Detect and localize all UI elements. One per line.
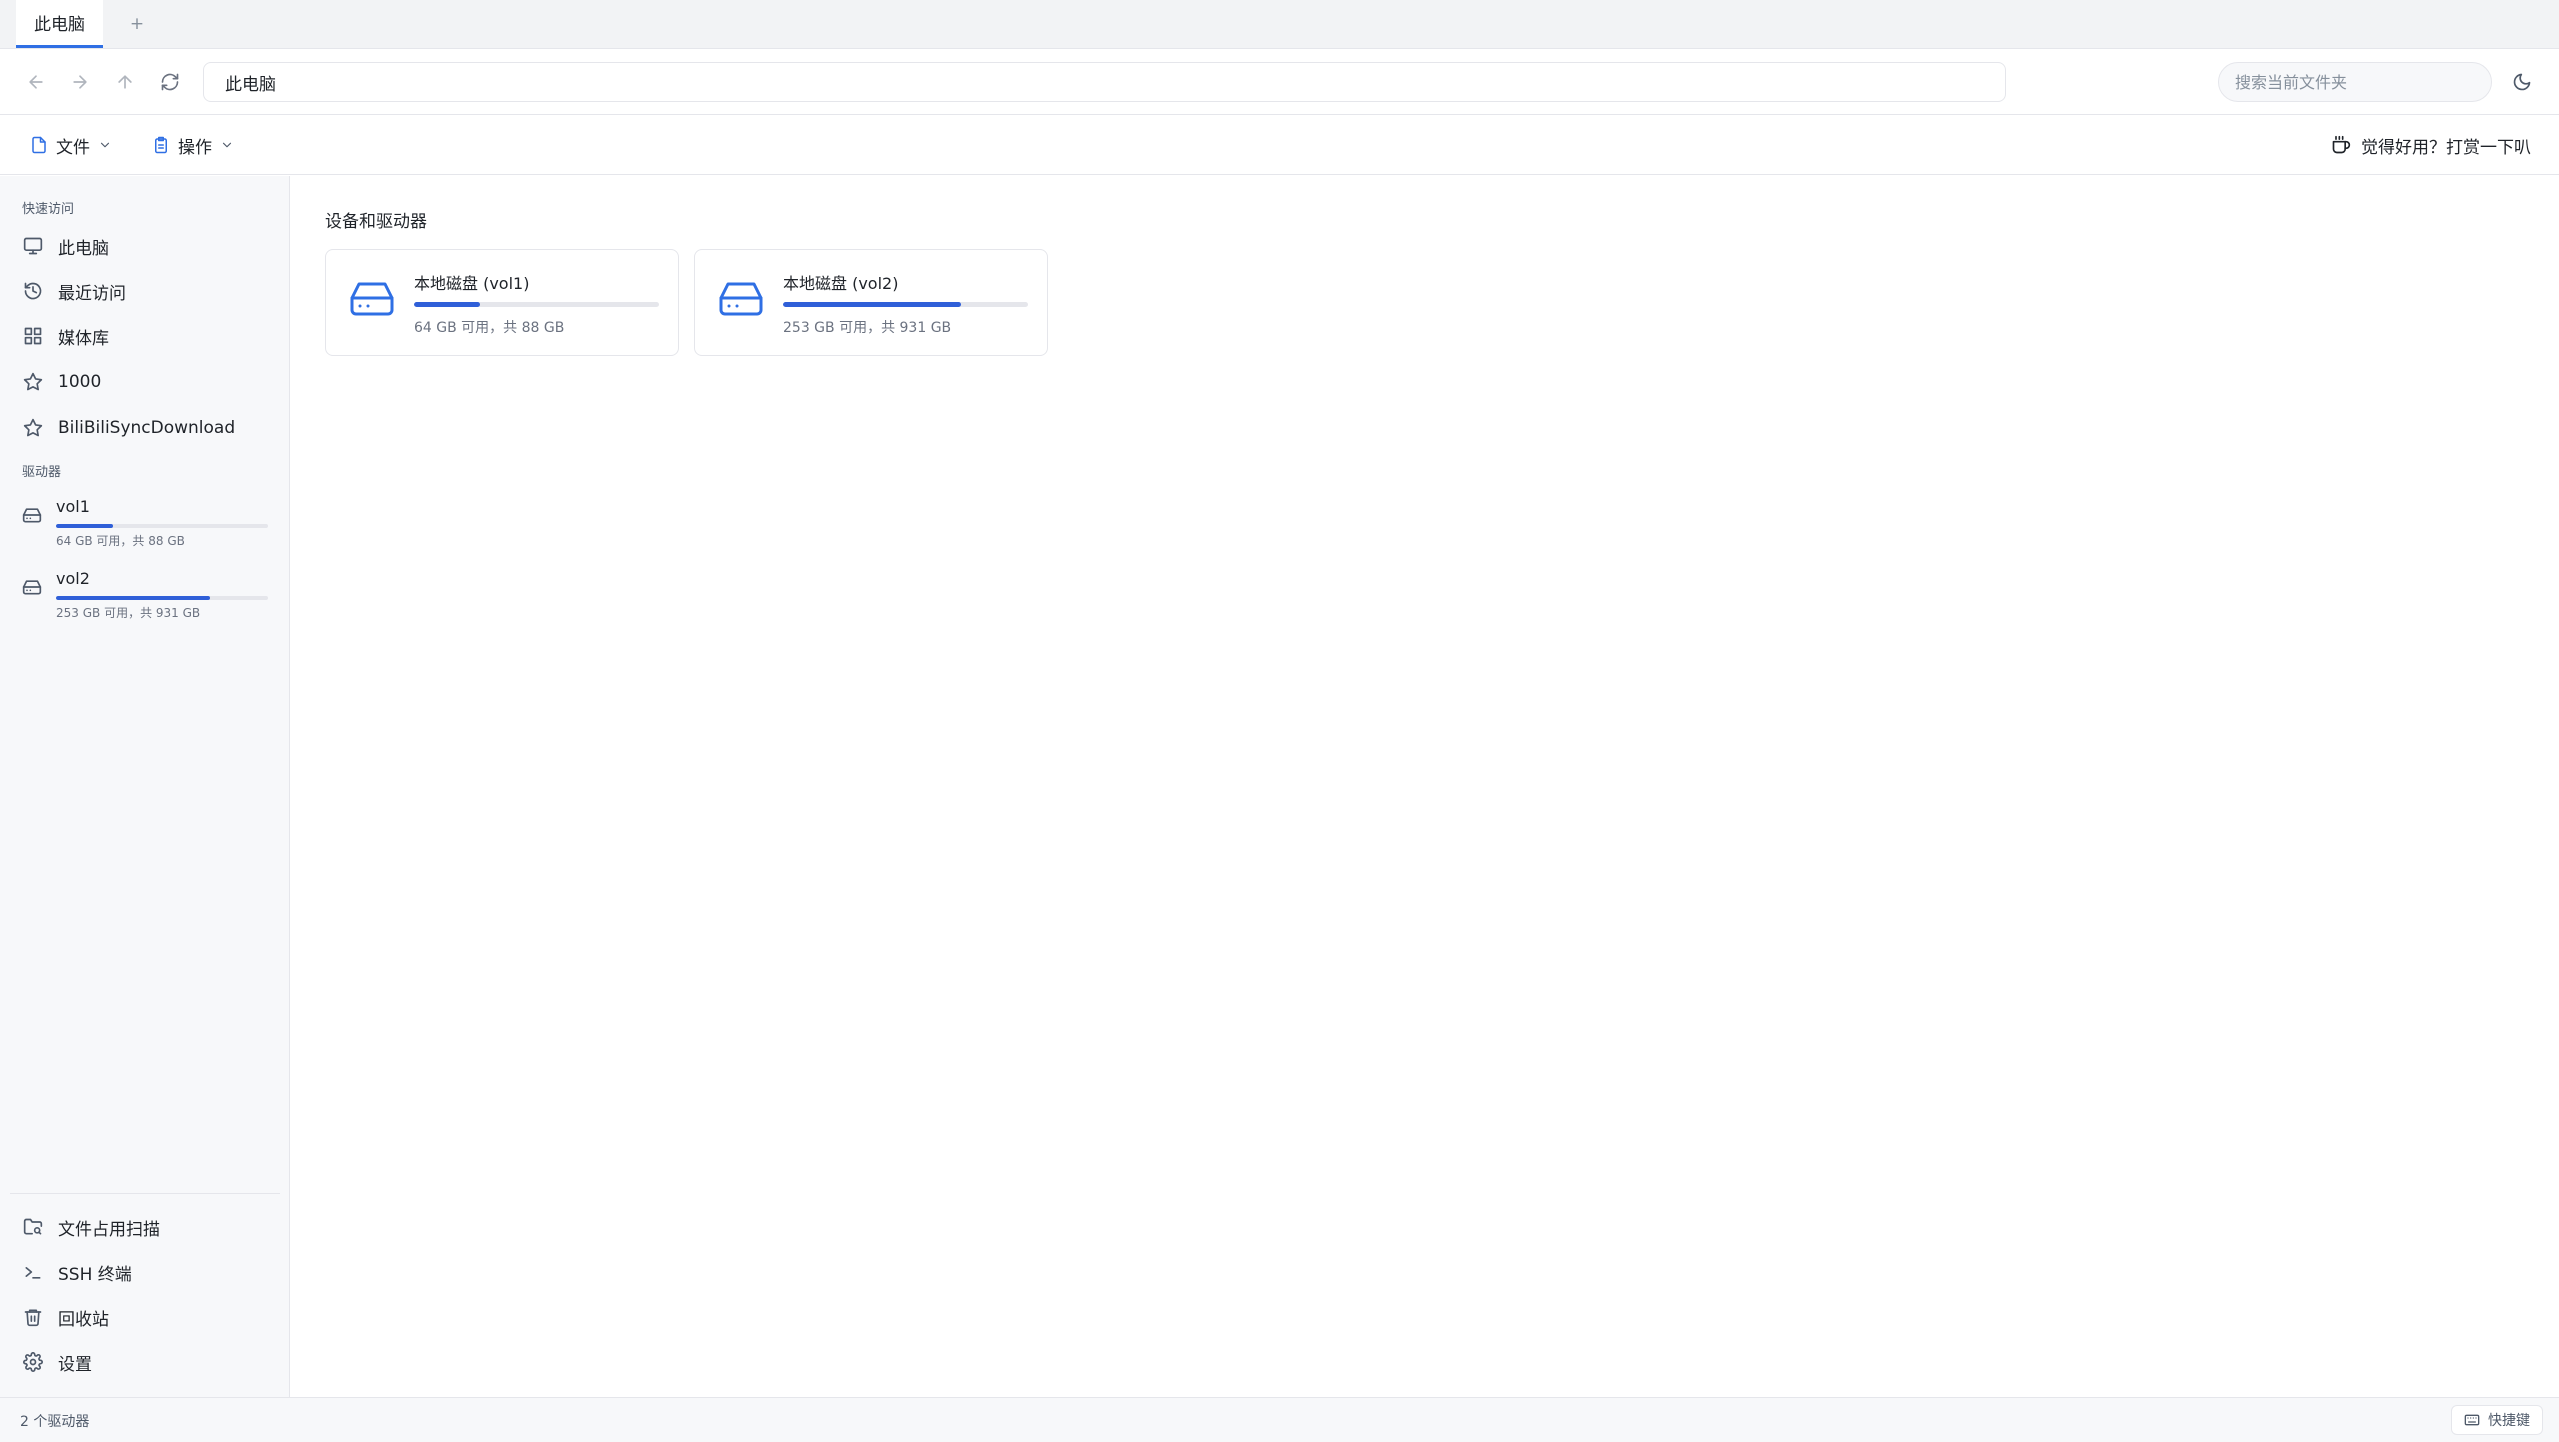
sidebar-item-label: 最近访问 [58,283,126,304]
hard-drive-icon [22,508,42,523]
sidebar-item-media-library[interactable]: 媒体库 [22,318,109,354]
sidebar-divider [10,1193,280,1194]
tab-this-pc[interactable]: 此电脑 [16,0,103,48]
drive-capacity: 64 GB 可用，共 88 GB [56,534,185,548]
sidebar-item-recent[interactable]: 最近访问 [22,273,126,309]
sidebar-item-ssh-terminal[interactable]: SSH 终端 [22,1254,132,1290]
sidebar-item-this-pc[interactable]: 此电脑 [22,228,109,264]
drive-count-text: 2 个驱动器 [20,1414,90,1430]
up-button[interactable] [111,68,139,96]
file-icon [32,136,46,154]
drive-usage-fill [56,524,114,528]
sidebar-item-label: 文件占用扫描 [58,1219,160,1240]
star-icon [23,372,43,391]
sidebar-item-favorite-bilibili[interactable]: BiliBiliSyncDownload [22,410,235,446]
sidebar-item-label: SSH 终端 [58,1264,132,1285]
main-content: 设备和驱动器 本地磁盘 (vol1) 64 GB 可用，共 88 GB 本地磁盘… [290,176,2559,1397]
tab-label: 此电脑 [34,14,85,35]
sidebar-item-label: 媒体库 [58,328,109,349]
drive-card-vol1[interactable]: 本地磁盘 (vol1) 64 GB 可用，共 88 GB [325,249,679,356]
drives-heading: 驱动器 [22,465,62,480]
back-button[interactable] [22,68,50,96]
drive-card-usage-fill [783,302,962,307]
tab-bar: 此电脑 + [0,0,2559,49]
coffee-icon [2332,135,2351,154]
drive-card-capacity: 64 GB 可用，共 88 GB [414,320,565,336]
monitor-icon [23,237,43,255]
sidebar-item-favorite-1000[interactable]: 1000 [22,364,101,400]
arrow-up-icon [118,75,132,89]
refresh-icon [161,73,179,91]
refresh-button[interactable] [156,68,184,96]
sidebar-item-recycle-bin[interactable]: 回收站 [22,1299,109,1335]
drive-usage-bar [56,524,268,528]
sidebar-item-file-lock-scan[interactable]: 文件占用扫描 [22,1209,160,1245]
sidebar-item-label: 此电脑 [58,238,109,259]
trash-icon [24,1309,42,1327]
search-input[interactable] [2218,62,2492,102]
drive-capacity: 253 GB 可用，共 931 GB [56,606,201,620]
sidebar: 快速访问 此电脑 最近访问 媒体库 1000 BiliBiliSyncDownl… [0,176,290,1397]
clipboard-icon [155,136,167,154]
chevron-down-icon [222,142,232,148]
grid-icon [24,327,42,345]
sidebar-drive-vol2[interactable]: vol2 253 GB 可用，共 931 GB [22,569,270,627]
hard-drive-icon [719,282,763,316]
quick-access-heading: 快速访问 [22,202,75,217]
navigation-bar: 此电脑 [0,49,2559,115]
keyboard-icon [2464,1414,2480,1426]
drive-card-capacity: 253 GB 可用，共 931 GB [783,320,952,336]
star-icon [23,418,43,437]
new-tab-button[interactable]: + [115,0,159,48]
arrow-right-icon [73,75,87,89]
sidebar-drive-vol1[interactable]: vol1 64 GB 可用，共 88 GB [22,497,270,555]
file-menu-label: 文件 [56,137,90,158]
chevron-down-icon [100,142,110,148]
drive-card-name: 本地磁盘 (vol2) [783,274,899,293]
drive-usage-bar [56,596,268,600]
drive-card-usage-bar [783,302,1028,307]
shortcuts-label: 快捷键 [2488,1413,2530,1429]
toolbar: 文件 操作 觉得好用？打赏一下叭 [0,115,2559,175]
drive-card-name: 本地磁盘 (vol1) [414,274,530,293]
sidebar-item-label: 设置 [58,1354,92,1375]
operations-menu-button[interactable]: 操作 [152,129,234,161]
address-bar[interactable]: 此电脑 [203,62,2006,102]
donate-label: 觉得好用？打赏一下叭 [2361,137,2531,158]
theme-toggle-button[interactable] [2509,69,2535,95]
drive-card-vol2[interactable]: 本地磁盘 (vol2) 253 GB 可用，共 931 GB [694,249,1048,356]
forward-button[interactable] [66,68,94,96]
sidebar-item-label: 1000 [58,372,102,392]
folder-search-icon [23,1218,43,1235]
drive-card-usage-bar [414,302,659,307]
shortcuts-button[interactable]: 快捷键 [2451,1405,2543,1435]
sidebar-item-label: 回收站 [58,1309,109,1330]
drive-card-usage-fill [414,302,481,307]
address-path: 此电脑 [225,74,276,95]
hard-drive-icon [350,282,394,316]
gear-icon [23,1352,43,1372]
devices-section-title: 设备和驱动器 [325,212,427,232]
history-icon [24,282,42,300]
arrow-left-icon [29,75,43,89]
drive-name: vol2 [56,569,90,588]
status-bar: 2 个驱动器 快捷键 [0,1397,2559,1442]
sidebar-item-settings[interactable]: 设置 [22,1344,92,1380]
file-menu-button[interactable]: 文件 [30,129,112,161]
hard-drive-icon [22,580,42,595]
drive-name: vol1 [56,497,90,516]
drive-usage-fill [56,596,211,600]
moon-icon [2513,73,2531,91]
terminal-icon [25,1267,41,1279]
sidebar-item-label: BiliBiliSyncDownload [58,418,236,438]
operations-menu-label: 操作 [178,137,212,158]
donate-button[interactable]: 觉得好用？打赏一下叭 [2331,129,2531,161]
file-manager-window: 此电脑 + 此电脑 文件 操作 [0,0,2559,1442]
